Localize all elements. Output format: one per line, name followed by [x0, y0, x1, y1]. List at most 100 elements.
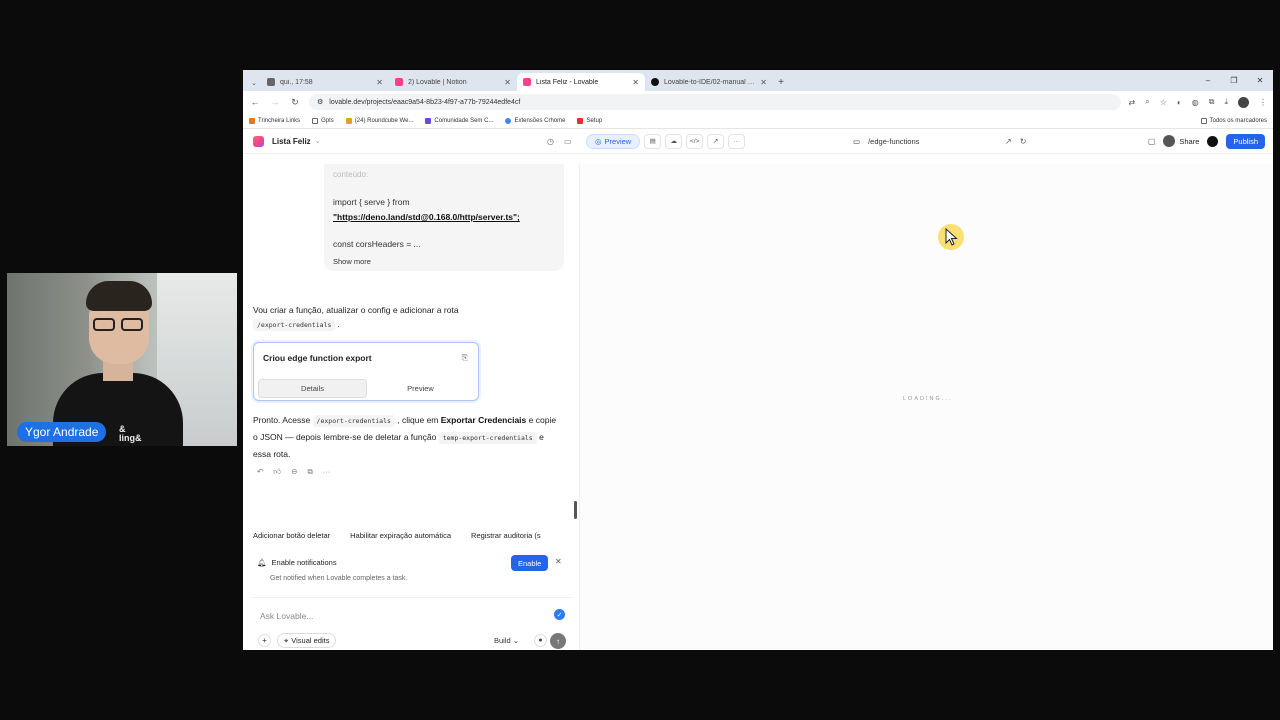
new-tab-button[interactable]: + [773, 73, 789, 91]
refresh-icon[interactable]: ↻ [1020, 137, 1027, 146]
forward-icon[interactable]: → [269, 97, 281, 107]
profile-avatar[interactable] [1238, 96, 1249, 108]
open-external-icon[interactable]: ↗ [1005, 137, 1012, 146]
thumbs-up-icon[interactable]: 👍︎ [273, 467, 281, 477]
presenter-glasses [93, 318, 145, 332]
share-button[interactable]: Share [1163, 135, 1199, 147]
function-card-title: Criou edge function export [263, 353, 372, 363]
send-button[interactable]: ↑ [550, 633, 566, 649]
chat-input[interactable]: Ask Lovable... [260, 611, 313, 621]
bookmark-roundcube[interactable]: (24) Roundcube We... [345, 117, 413, 124]
inline-code: temp-export-credentials [438, 432, 537, 444]
extension-icon[interactable]: ◍ [1192, 98, 1199, 107]
inline-code: /export-credentials [312, 415, 395, 427]
build-mode-select[interactable]: Build ⌄ [494, 636, 519, 645]
show-more-button[interactable]: Show more [333, 257, 371, 266]
tab-github[interactable]: Lovable-to-IDE/02-manual at m ✕ [645, 73, 773, 91]
back-icon[interactable]: ← [249, 97, 261, 107]
suggestion-chip[interactable]: Habilitar expiração automática [350, 531, 451, 540]
project-name[interactable]: Lista Feliz [272, 137, 311, 146]
route-actions: ↗ ↻ [1005, 137, 1026, 146]
close-icon[interactable]: ✕ [376, 78, 383, 87]
bookmark-trincheira[interactable]: Trincheira Links [249, 117, 300, 124]
zoom-icon[interactable]: ⌕ [1145, 97, 1149, 107]
loading-text: LOADING... [903, 396, 953, 402]
close-window-button[interactable]: ✕ [1247, 70, 1273, 91]
url-text: lovable.dev/projects/eaac9a54-8b23-4f97-… [329, 98, 521, 106]
minimize-button[interactable]: – [1195, 70, 1221, 91]
tab-details[interactable]: Details [258, 379, 367, 398]
code-link[interactable]: "https://deno.land/std@0.168.0/http/serv… [333, 212, 520, 222]
code-faded-line: conteúdo: [333, 170, 369, 179]
tab-preview[interactable]: Preview [367, 379, 474, 398]
undo-icon[interactable]: ↶ [257, 467, 263, 477]
publish-button[interactable]: Publish [1226, 133, 1265, 149]
tab-lovable[interactable]: Lista Feliz - Lovable ✕ [517, 73, 645, 91]
lovable-logo-icon[interactable] [253, 135, 264, 147]
history-icon[interactable]: ◷ [547, 137, 554, 146]
sidebar-toggle-icon[interactable]: ▭ [564, 137, 572, 146]
chat-controls: ◷ ▭ [547, 137, 572, 146]
reload-icon[interactable]: ↻ [289, 97, 301, 108]
assistant-message-code-line: /export-credentials . [253, 319, 340, 331]
scrollbar[interactable] [574, 501, 577, 519]
thumbs-down-icon[interactable]: ⊖ [291, 467, 297, 477]
suggestion-chip[interactable]: Adicionar botão deletar [253, 531, 330, 540]
mic-icon[interactable]: ● [534, 634, 547, 647]
bookmark-icon[interactable]: ⎘ [462, 353, 468, 363]
maximize-button[interactable]: ❐ [1221, 70, 1247, 91]
extension-icon[interactable]: ◐ [1177, 98, 1182, 107]
url-field[interactable]: ⚙ lovable.dev/projects/eaac9a54-8b23-4f9… [309, 94, 1121, 110]
bookmark-extensoes[interactable]: Extensões Crhome [505, 117, 565, 124]
close-icon[interactable]: ✕ [555, 557, 562, 566]
function-card[interactable]: Criou edge function export ⎘ Details Pre… [253, 342, 479, 401]
suggestion-chip[interactable]: Registrar auditoria (s [471, 531, 541, 540]
star-icon[interactable]: ☆ [1160, 98, 1167, 107]
message-actions: ↶ 👍︎ ⊖ ⧉ ··· [257, 467, 330, 477]
chevron-down-icon[interactable]: ⌄ [315, 137, 321, 145]
tab-clock[interactable]: qui., 17:58 ✕ [261, 73, 389, 91]
github-icon[interactable] [1207, 135, 1219, 147]
tab-notion[interactable]: 2) Lovable | Notion ✕ [389, 73, 517, 91]
copy-icon[interactable]: ⧉ [307, 467, 312, 477]
github-icon [651, 78, 659, 86]
cloud-icon[interactable]: ☁ [665, 133, 683, 149]
puzzle-icon[interactable]: ⧉ [1209, 97, 1215, 107]
site-info-icon[interactable]: ⚙ [317, 98, 323, 106]
close-icon[interactable]: ✕ [760, 78, 767, 87]
all-bookmarks[interactable]: Todos os marcadores [1200, 117, 1267, 124]
close-icon[interactable]: ✕ [504, 78, 511, 87]
browser-window: ⌄ qui., 17:58 ✕ 2) Lovable | Notion ✕ Li… [243, 70, 1273, 650]
route-field[interactable]: ▭ /edge-functions [853, 137, 919, 146]
tab-search-icon[interactable]: ⌄ [247, 75, 261, 91]
translate-icon[interactable]: ⇄ [1129, 98, 1136, 107]
header-actions: ▢ Share Publish [1148, 133, 1265, 149]
download-icon[interactable]: ⤓ [1224, 97, 1228, 107]
visual-edits-button[interactable]: ⌖ Visual edits [277, 633, 337, 648]
chat-panel: conteúdo: import { serve } from "https:/… [243, 164, 579, 650]
more-icon[interactable]: ··· [728, 133, 746, 149]
folder-icon [1200, 117, 1207, 124]
tab-favicon [395, 78, 403, 86]
device-icon[interactable]: ▭ [853, 137, 860, 146]
more-icon[interactable]: ··· [323, 467, 331, 477]
bookmark-gpts[interactable]: Gpts [312, 117, 334, 124]
preview-button[interactable]: ◎ Preview [586, 133, 641, 149]
view-switcher: ◎ Preview ▤ ☁ </> ↗ ··· [586, 133, 746, 149]
shirt-print: & ling& [119, 424, 142, 443]
bookmark-comunidade[interactable]: Comunidade Sem C... [425, 117, 493, 124]
close-icon[interactable]: ✕ [632, 78, 639, 87]
bookmark-icon [249, 117, 255, 124]
app-header: Lista Feliz ⌄ ◷ ▭ ◎ Preview ▤ ☁ </> ↗ ···… [243, 129, 1273, 154]
comment-icon[interactable]: ▢ [1148, 137, 1156, 146]
check-icon[interactable]: ✓ [554, 609, 565, 620]
enable-button[interactable]: Enable [511, 555, 549, 571]
bookmark-setup[interactable]: Setup [577, 117, 602, 124]
add-icon[interactable]: + [258, 634, 271, 647]
analytics-icon[interactable]: ↗ [707, 133, 725, 149]
code-icon[interactable]: </> [686, 133, 704, 149]
route-path: /edge-functions [868, 136, 920, 146]
cursor-icon: ⌖ [284, 635, 289, 645]
menu-icon[interactable]: ⋮ [1259, 98, 1267, 107]
file-icon[interactable]: ▤ [644, 133, 662, 149]
